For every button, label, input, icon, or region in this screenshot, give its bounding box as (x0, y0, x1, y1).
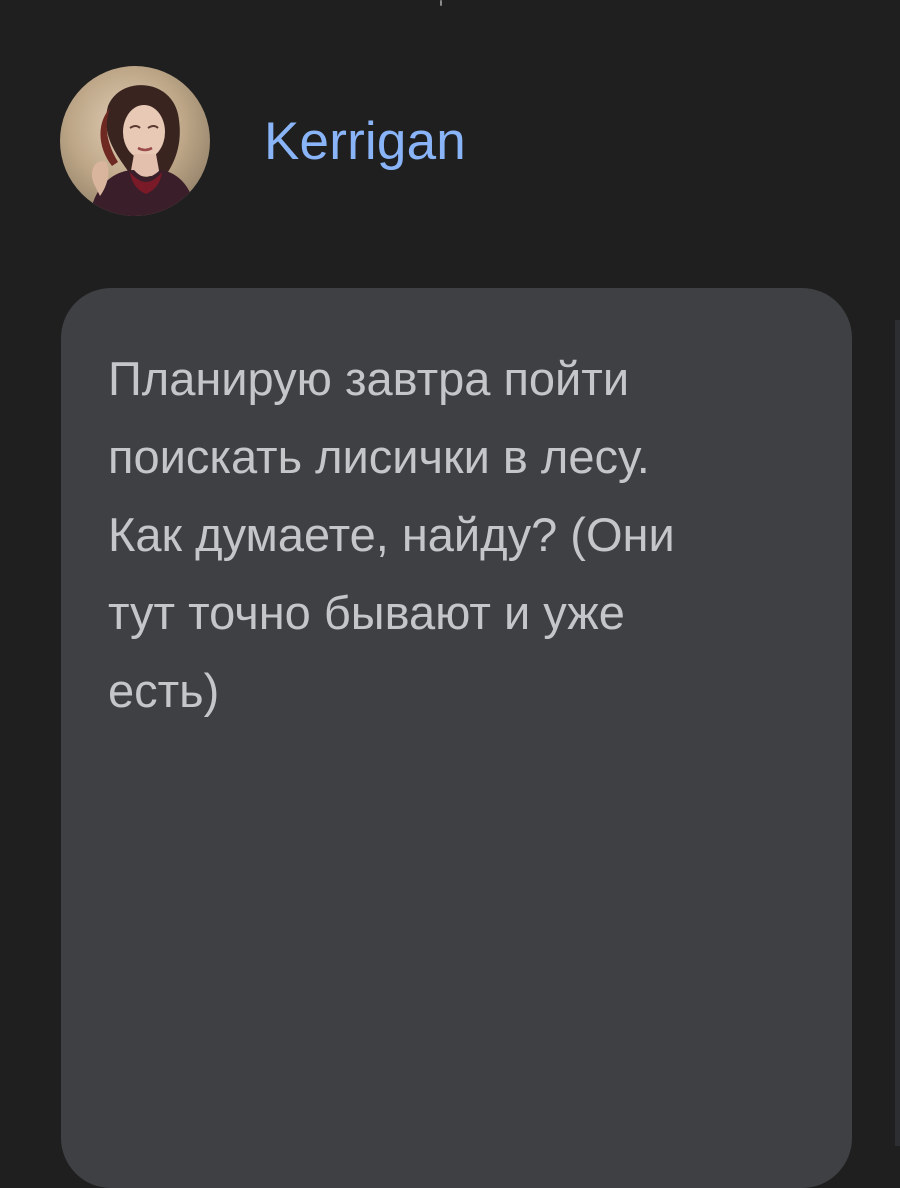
message-line-5: есть) (108, 664, 220, 717)
adjacent-card-edge (895, 320, 900, 1146)
message-line-3: Как думаете, найду? (Они (108, 508, 675, 561)
message-text: Планирую завтра пойти поискать лисички в … (108, 340, 808, 730)
author-avatar[interactable] (60, 66, 210, 216)
page: { "post": { "author": { "name": "Kerriga… (0, 0, 900, 1188)
user-avatar-photo-icon (60, 66, 210, 216)
author-name-link[interactable]: Kerrigan (264, 115, 466, 168)
top-divider (440, 0, 442, 6)
message-line-1: Планирую завтра пойти (108, 352, 630, 405)
message-card: Планирую завтра пойти поискать лисички в … (61, 288, 852, 1188)
message-line-4: тут точно бывают и уже (108, 586, 625, 639)
message-line-2: поискать лисички в лесу. (108, 430, 650, 483)
post-author-row: Kerrigan (60, 66, 466, 216)
